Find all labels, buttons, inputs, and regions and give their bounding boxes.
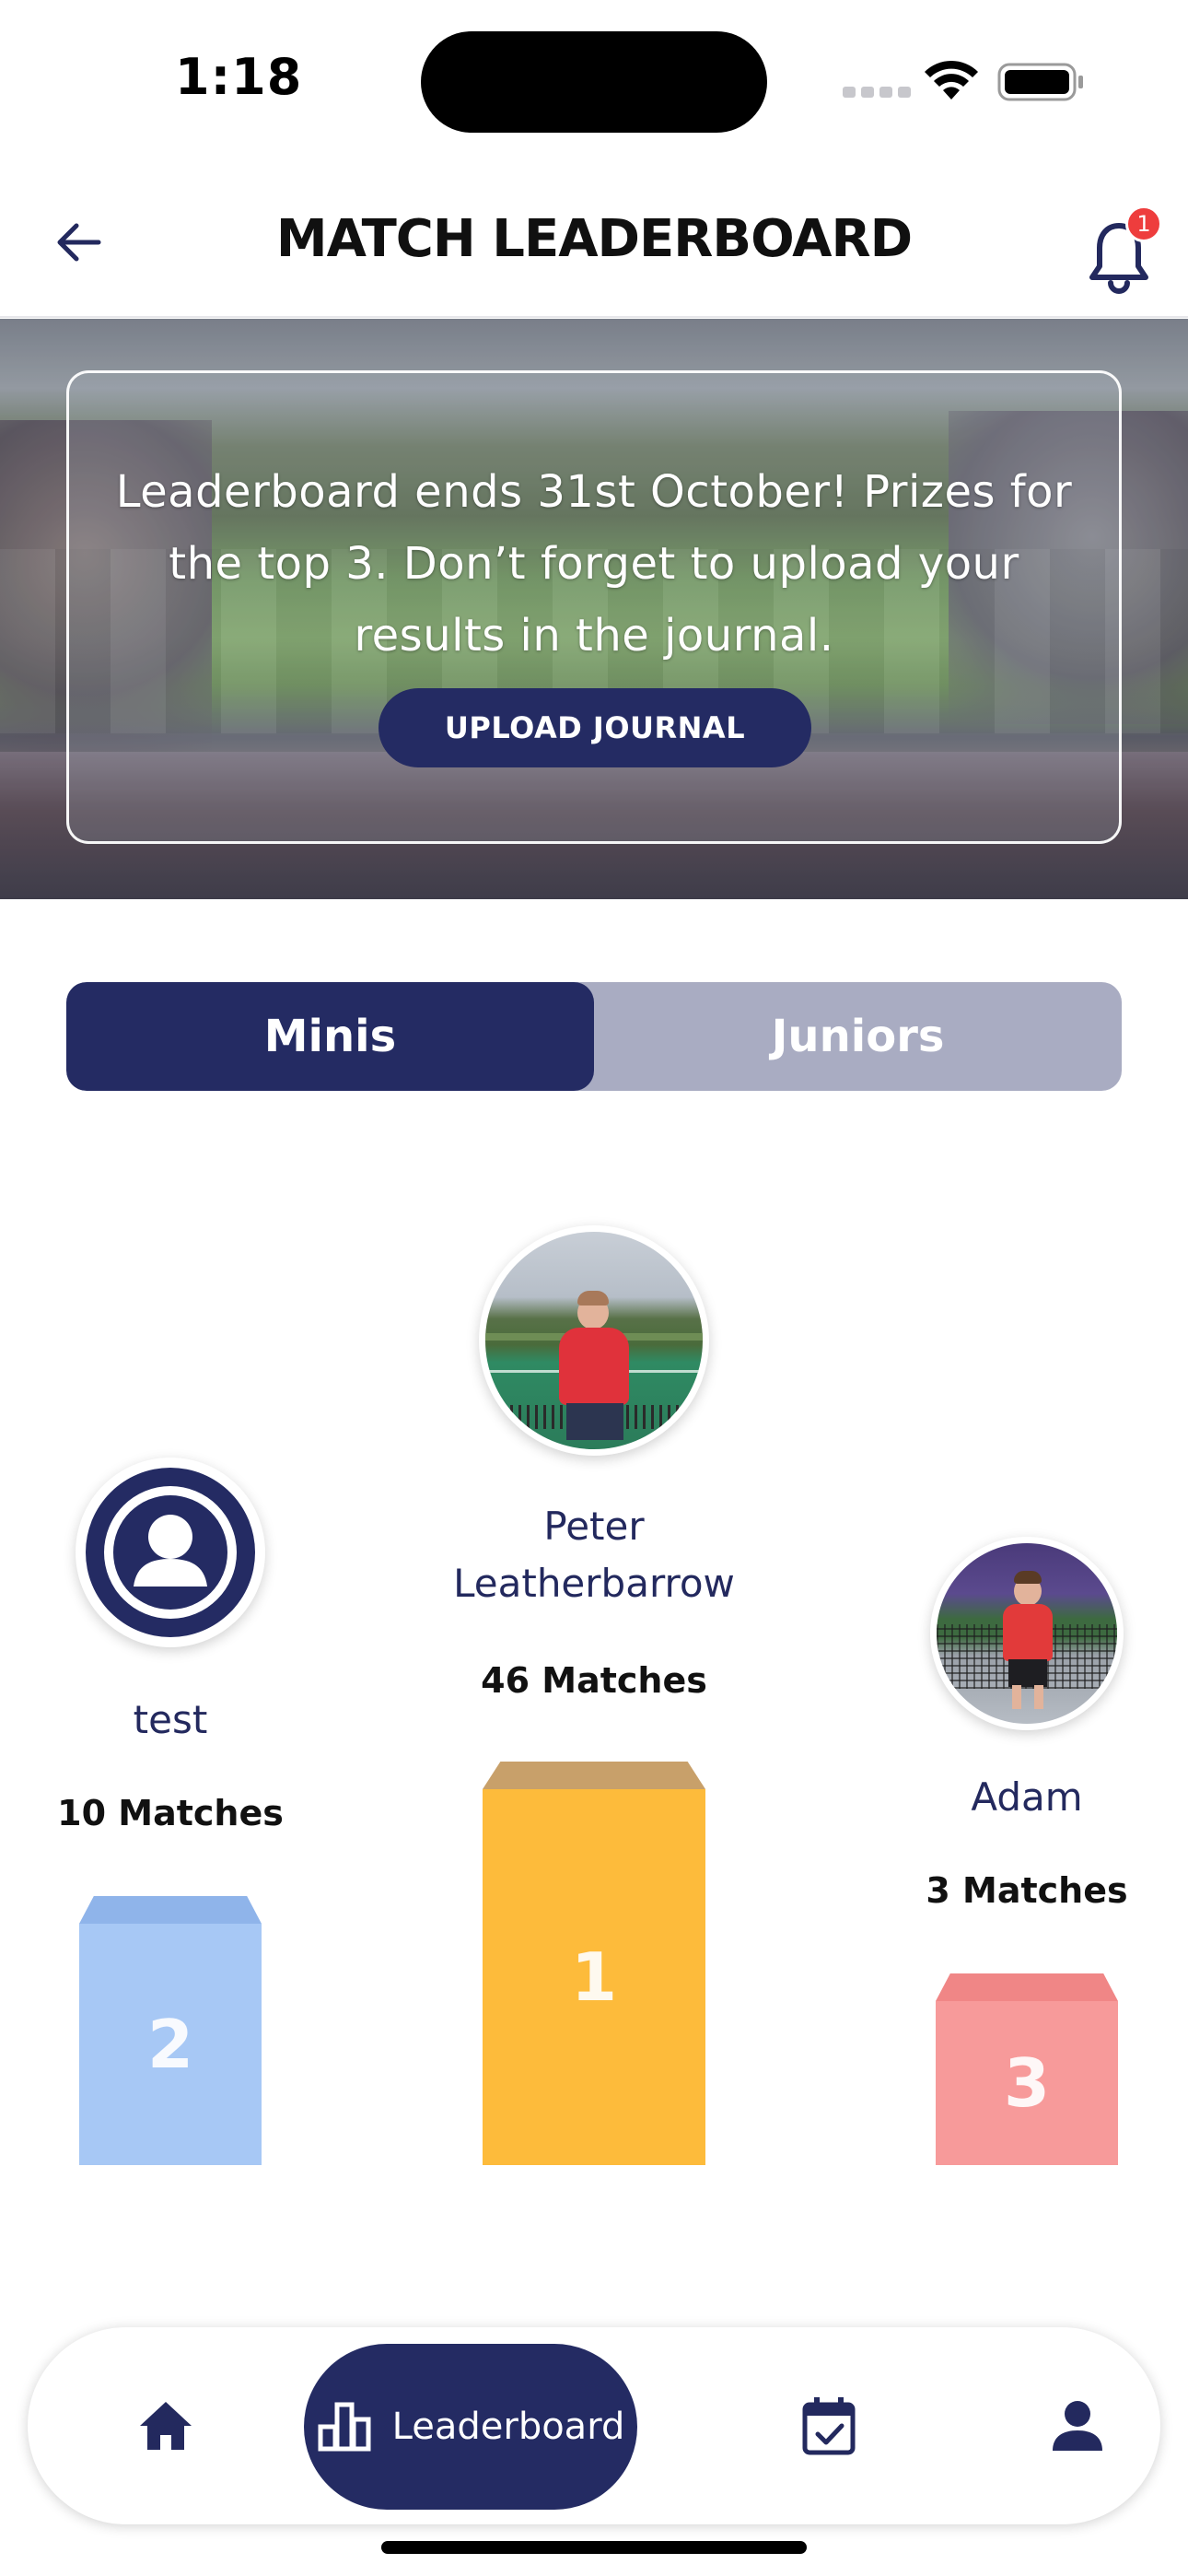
player-photo-first <box>485 1232 703 1449</box>
match-count-third: 3 Matches <box>926 1870 1128 1911</box>
avatar-third[interactable] <box>930 1537 1124 1730</box>
tab-juniors[interactable]: Juniors <box>594 982 1122 1091</box>
tab-minis[interactable]: Minis <box>66 982 594 1091</box>
podium-block-third: 3 <box>936 1973 1118 2165</box>
dynamic-island <box>421 31 767 133</box>
cellular-icon <box>843 87 911 98</box>
avatar-first[interactable] <box>479 1225 709 1456</box>
wifi-icon <box>925 60 978 100</box>
nav-profile[interactable] <box>1004 2327 1151 2524</box>
nav-home[interactable] <box>92 2327 239 2524</box>
battery-icon <box>997 63 1083 101</box>
profile-icon <box>1053 2401 1102 2451</box>
podium-block-second: 2 <box>79 1896 262 2165</box>
podium-block-first: 1 <box>483 1762 705 2165</box>
leaderboard-icon <box>318 2402 371 2452</box>
banner-card: Leaderboard ends 31st October! Prizes fo… <box>66 370 1122 844</box>
match-count-second: 10 Matches <box>57 1793 284 1833</box>
home-indicator <box>381 2541 807 2554</box>
rank-third: 3 <box>1003 2044 1051 2122</box>
nav-leaderboard-label: Leaderboard <box>391 2406 625 2448</box>
category-segment: Minis Juniors <box>66 982 1122 1091</box>
status-bar: 1:18 <box>0 0 1188 161</box>
notifications-button[interactable]: 1 <box>1087 205 1162 294</box>
upload-journal-button[interactable]: UPLOAD JOURNAL <box>379 688 811 767</box>
banner-message: Leaderboard ends 31st October! Prizes fo… <box>115 466 1073 662</box>
user-placeholder-icon <box>86 1468 255 1637</box>
home-icon <box>140 2402 192 2450</box>
nav-calendar[interactable] <box>755 2327 903 2524</box>
page-title: MATCH LEADERBOARD <box>275 209 913 269</box>
leaderboard-banner: Leaderboard ends 31st October! Prizes fo… <box>0 319 1188 899</box>
avatar-second[interactable] <box>76 1458 265 1647</box>
player-name-third: Adam <box>971 1774 1083 1820</box>
rank-first: 1 <box>570 1938 618 2016</box>
player-name-first: Peter Leatherbarrow <box>453 1504 735 1606</box>
player-name-second: test <box>133 1697 208 1742</box>
calendar-check-icon <box>802 2397 856 2455</box>
status-time: 1:18 <box>175 48 303 106</box>
header: MATCH LEADERBOARD 1 <box>0 161 1188 318</box>
rank-second: 2 <box>146 2006 194 2083</box>
match-count-first: 46 Matches <box>481 1660 707 1701</box>
bottom-nav: Leaderboard <box>28 2327 1160 2524</box>
notification-badge: 1 <box>1125 205 1162 242</box>
nav-leaderboard[interactable]: Leaderboard <box>304 2344 637 2510</box>
player-photo-third <box>937 1543 1117 1724</box>
